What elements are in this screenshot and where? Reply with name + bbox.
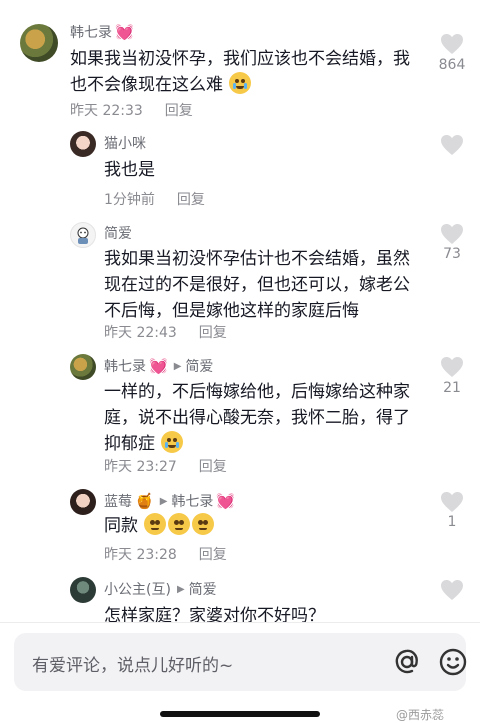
reply-to-username[interactable]: 简爱 (189, 579, 217, 599)
heart-icon[interactable] (440, 579, 464, 601)
reply-item: 猫小咪 我也是 1分钟前 回复 (0, 125, 480, 215)
like-count: 1 (447, 514, 457, 530)
heart-icon[interactable] (440, 33, 464, 55)
like-count: 864 (438, 57, 466, 73)
reply-button[interactable]: 回复 (199, 325, 227, 341)
reply-button[interactable]: 回复 (165, 103, 193, 119)
comment-meta: 1分钟前 回复 (104, 189, 205, 209)
username-row: 韩七录 💓 (70, 22, 134, 42)
timestamp: 昨天 23:28 (104, 547, 177, 563)
name-emoji: 🍯 (135, 492, 154, 510)
crying-face-icon (161, 431, 184, 453)
username-row: 小公主(互) ▶ 简爱 (104, 579, 217, 599)
pleading-face-icon (192, 513, 215, 535)
comment-meta: 昨天 22:33 回复 (70, 100, 193, 120)
reply-to-username[interactable]: 简爱 (185, 356, 213, 376)
reply-item: 蓝莓 🍯 ▶ 韩七录 💓 同款 昨天 23:28 回复 1 (0, 480, 480, 570)
comment-meta: 昨天 23:28 回复 (104, 544, 227, 564)
comment-text: 如果我当初没怀孕，我们应该也不会结婚，我也不会像现在这么难 (70, 49, 410, 95)
username-row: 简爱 (104, 223, 132, 243)
timestamp: 昨天 22:33 (70, 103, 143, 119)
username[interactable]: 韩七录 (70, 22, 112, 42)
username[interactable]: 韩七录 (104, 356, 146, 376)
avatar[interactable] (70, 489, 96, 515)
reply-to-username[interactable]: 韩七录 (171, 491, 213, 511)
comment-text: 同款 (104, 513, 424, 539)
comment-item: 韩七录 💓 如果我当初没怀孕，我们应该也不会结婚，我也不会像现在这么难 昨天 2… (0, 0, 480, 125)
username[interactable]: 猫小咪 (104, 133, 146, 153)
input-placeholder: 有爱评论，说点儿好听的~ (32, 656, 234, 676)
smiley-icon[interactable] (438, 647, 468, 677)
heart-icon[interactable] (440, 491, 464, 513)
comment-text: 怎样家庭？家婆对你不好吗？ (104, 606, 325, 622)
comment-input-bar: 有爱评论，说点儿好听的~ @西赤蕊 (0, 622, 480, 723)
username-row: 猫小咪 (104, 133, 146, 153)
triangle-right-icon: ▶ (176, 583, 185, 595)
comment-input[interactable]: 有爱评论，说点儿好听的~ (14, 633, 468, 691)
reply-item: 韩七录 💓 ▶ 简爱 一样的，不后悔嫁给他，后悔嫁给这种家庭，说不出得心酸无奈，… (0, 345, 480, 480)
avatar[interactable] (70, 222, 96, 248)
comment-meta: 昨天 22:43 回复 (104, 322, 227, 342)
triangle-right-icon: ▶ (159, 495, 168, 507)
avatar[interactable] (70, 577, 96, 603)
avatar[interactable] (70, 354, 96, 380)
username-row: 韩七录 💓 ▶ 简爱 (104, 356, 213, 376)
home-indicator[interactable] (160, 711, 320, 717)
crying-face-icon (229, 72, 252, 94)
comment-text: 一样的，不后悔嫁给他，后悔嫁给这种家庭，说不出得心酸无奈，我怀二胎，得了抑郁症 (104, 382, 410, 454)
reply-button[interactable]: 回复 (199, 547, 227, 563)
heart-icon[interactable] (440, 223, 464, 245)
like-count: 73 (443, 246, 461, 262)
comment-text: 我也是 (104, 160, 155, 180)
timestamp: 昨天 23:27 (104, 459, 177, 475)
timestamp: 1分钟前 (104, 192, 155, 208)
heart-icon[interactable] (440, 134, 464, 156)
username-row: 蓝莓 🍯 ▶ 韩七录 💓 (104, 491, 235, 511)
comment-meta: 昨天 23:27 回复 (104, 456, 227, 476)
cartoon-avatar-icon (77, 227, 89, 244)
username[interactable]: 小公主(互) (104, 579, 171, 599)
reply-to-emoji: 💓 (216, 492, 236, 510)
heart-icon[interactable] (440, 356, 464, 378)
reply-item: 简爱 我如果当初没怀孕估计也不会结婚，虽然现在过的不是很好，但也还可以，嫁老公不… (0, 215, 480, 345)
pleading-face-icon (168, 513, 191, 535)
avatar[interactable] (20, 24, 58, 62)
username[interactable]: 简爱 (104, 223, 132, 243)
like-count: 21 (443, 380, 461, 396)
reply-button[interactable]: 回复 (199, 459, 227, 475)
pleading-face-icon (144, 513, 167, 535)
name-emoji: 💓 (115, 23, 134, 41)
avatar[interactable] (70, 131, 96, 157)
username[interactable]: 蓝莓 (104, 491, 132, 511)
watermark: @西赤蕊 (396, 708, 445, 722)
reply-button[interactable]: 回复 (177, 192, 205, 208)
at-sign-icon[interactable] (392, 647, 422, 677)
triangle-right-icon: ▶ (173, 360, 182, 372)
name-emoji: 💓 (149, 357, 168, 375)
reply-item: 小公主(互) ▶ 简爱 怎样家庭？家婆对你不好吗？ (0, 570, 480, 622)
comment-text: 我如果当初没怀孕估计也不会结婚，虽然现在过的不是很好，但也还可以，嫁老公不后悔，… (104, 249, 410, 321)
timestamp: 昨天 22:43 (104, 325, 177, 341)
